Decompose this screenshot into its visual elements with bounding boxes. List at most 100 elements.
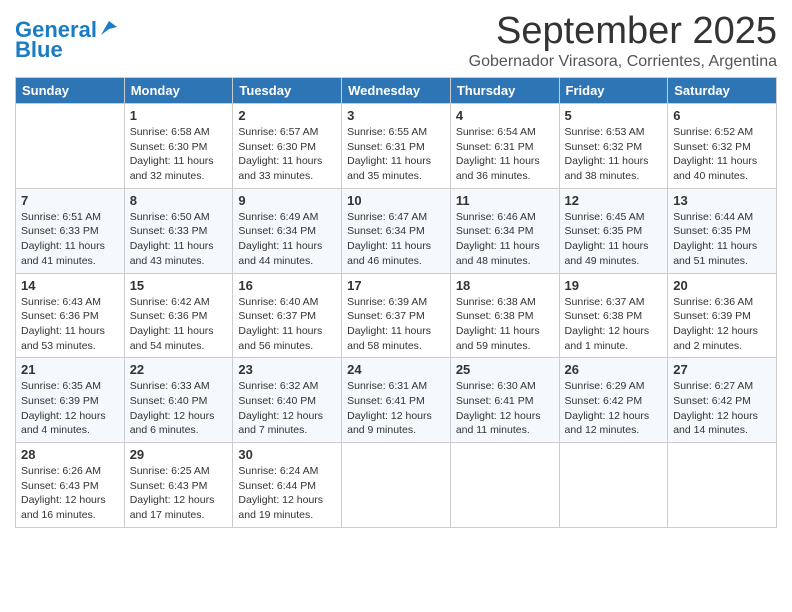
day-number: 9	[238, 193, 336, 208]
calendar-cell: 5 Sunrise: 6:53 AMSunset: 6:32 PMDaylight…	[559, 104, 668, 189]
day-info: Sunrise: 6:26 AMSunset: 6:43 PMDaylight:…	[21, 464, 119, 523]
day-number: 16	[238, 278, 336, 293]
day-info: Sunrise: 6:38 AMSunset: 6:38 PMDaylight:…	[456, 295, 554, 354]
day-info: Sunrise: 6:44 AMSunset: 6:35 PMDaylight:…	[673, 210, 771, 269]
calendar-cell: 9 Sunrise: 6:49 AMSunset: 6:34 PMDaylight…	[233, 188, 342, 273]
day-number: 14	[21, 278, 119, 293]
day-number: 22	[130, 362, 228, 377]
calendar-cell: 26Sunrise: 6:29 AMSunset: 6:42 PMDayligh…	[559, 358, 668, 443]
day-info: Sunrise: 6:30 AMSunset: 6:41 PMDaylight:…	[456, 379, 554, 438]
day-number: 7	[21, 193, 119, 208]
day-info: Sunrise: 6:43 AMSunset: 6:36 PMDaylight:…	[21, 295, 119, 354]
day-number: 24	[347, 362, 445, 377]
day-number: 11	[456, 193, 554, 208]
calendar-cell: 2 Sunrise: 6:57 AMSunset: 6:30 PMDaylight…	[233, 104, 342, 189]
day-info: Sunrise: 6:40 AMSunset: 6:37 PMDaylight:…	[238, 295, 336, 354]
calendar-cell: 19 Sunrise: 6:37 AMSunset: 6:38 PMDayligh…	[559, 273, 668, 358]
calendar-cell: 28 Sunrise: 6:26 AMSunset: 6:43 PMDayligh…	[16, 443, 125, 528]
calendar-cell: 8Sunrise: 6:50 AMSunset: 6:33 PMDaylight…	[124, 188, 233, 273]
day-number: 5	[565, 108, 663, 123]
location-subtitle: Gobernador Virasora, Corrientes, Argenti…	[469, 53, 777, 71]
day-number: 23	[238, 362, 336, 377]
day-number: 17	[347, 278, 445, 293]
calendar-week-row: 7 Sunrise: 6:51 AMSunset: 6:33 PMDaylight…	[16, 188, 777, 273]
day-info: Sunrise: 6:33 AMSunset: 6:40 PMDaylight:…	[130, 379, 228, 438]
day-number: 28	[21, 447, 119, 462]
calendar-cell: 14 Sunrise: 6:43 AMSunset: 6:36 PMDayligh…	[16, 273, 125, 358]
day-info: Sunrise: 6:37 AMSunset: 6:38 PMDaylight:…	[565, 295, 663, 354]
day-number: 18	[456, 278, 554, 293]
calendar-cell: 12 Sunrise: 6:45 AMSunset: 6:35 PMDayligh…	[559, 188, 668, 273]
day-info: Sunrise: 6:32 AMSunset: 6:40 PMDaylight:…	[238, 379, 336, 438]
day-number: 19	[565, 278, 663, 293]
calendar-cell: 15 Sunrise: 6:42 AMSunset: 6:36 PMDayligh…	[124, 273, 233, 358]
day-info: Sunrise: 6:49 AMSunset: 6:34 PMDaylight:…	[238, 210, 336, 269]
day-info: Sunrise: 6:51 AMSunset: 6:33 PMDaylight:…	[21, 210, 119, 269]
calendar-cell	[342, 443, 451, 528]
day-info: Sunrise: 6:47 AMSunset: 6:34 PMDaylight:…	[347, 210, 445, 269]
weekday-header-saturday: Saturday	[668, 78, 777, 104]
day-info: Sunrise: 6:25 AMSunset: 6:43 PMDaylight:…	[130, 464, 228, 523]
day-info: Sunrise: 6:53 AMSunset: 6:32 PMDaylight:…	[565, 125, 663, 184]
day-info: Sunrise: 6:55 AMSunset: 6:31 PMDaylight:…	[347, 125, 445, 184]
calendar-cell: 30Sunrise: 6:24 AMSunset: 6:44 PMDayligh…	[233, 443, 342, 528]
calendar-week-row: 21 Sunrise: 6:35 AMSunset: 6:39 PMDayligh…	[16, 358, 777, 443]
calendar-cell: 16 Sunrise: 6:40 AMSunset: 6:37 PMDayligh…	[233, 273, 342, 358]
weekday-header-sunday: Sunday	[16, 78, 125, 104]
day-info: Sunrise: 6:36 AMSunset: 6:39 PMDaylight:…	[673, 295, 771, 354]
calendar-cell: 17 Sunrise: 6:39 AMSunset: 6:37 PMDayligh…	[342, 273, 451, 358]
month-title: September 2025	[469, 10, 777, 53]
weekday-header-wednesday: Wednesday	[342, 78, 451, 104]
day-info: Sunrise: 6:50 AMSunset: 6:33 PMDaylight:…	[130, 210, 228, 269]
weekday-header-monday: Monday	[124, 78, 233, 104]
calendar-cell: 23 Sunrise: 6:32 AMSunset: 6:40 PMDayligh…	[233, 358, 342, 443]
day-number: 13	[673, 193, 771, 208]
calendar-cell: 24 Sunrise: 6:31 AMSunset: 6:41 PMDayligh…	[342, 358, 451, 443]
calendar-header-row: SundayMondayTuesdayWednesdayThursdayFrid…	[16, 78, 777, 104]
day-number: 15	[130, 278, 228, 293]
day-number: 3	[347, 108, 445, 123]
calendar-cell	[559, 443, 668, 528]
calendar-cell	[16, 104, 125, 189]
calendar-cell: 10Sunrise: 6:47 AMSunset: 6:34 PMDayligh…	[342, 188, 451, 273]
calendar-cell: 21 Sunrise: 6:35 AMSunset: 6:39 PMDayligh…	[16, 358, 125, 443]
calendar-cell: 29Sunrise: 6:25 AMSunset: 6:43 PMDayligh…	[124, 443, 233, 528]
calendar-cell: 25Sunrise: 6:30 AMSunset: 6:41 PMDayligh…	[450, 358, 559, 443]
day-info: Sunrise: 6:57 AMSunset: 6:30 PMDaylight:…	[238, 125, 336, 184]
calendar-table: SundayMondayTuesdayWednesdayThursdayFrid…	[15, 77, 777, 528]
calendar-cell: 11 Sunrise: 6:46 AMSunset: 6:34 PMDayligh…	[450, 188, 559, 273]
day-info: Sunrise: 6:27 AMSunset: 6:42 PMDaylight:…	[673, 379, 771, 438]
day-number: 12	[565, 193, 663, 208]
calendar-cell: 7 Sunrise: 6:51 AMSunset: 6:33 PMDaylight…	[16, 188, 125, 273]
calendar-cell: 13 Sunrise: 6:44 AMSunset: 6:35 PMDayligh…	[668, 188, 777, 273]
calendar-cell: 20Sunrise: 6:36 AMSunset: 6:39 PMDayligh…	[668, 273, 777, 358]
calendar-cell	[668, 443, 777, 528]
calendar-week-row: 1 Sunrise: 6:58 AMSunset: 6:30 PMDaylight…	[16, 104, 777, 189]
day-number: 6	[673, 108, 771, 123]
day-info: Sunrise: 6:58 AMSunset: 6:30 PMDaylight:…	[130, 125, 228, 184]
day-info: Sunrise: 6:42 AMSunset: 6:36 PMDaylight:…	[130, 295, 228, 354]
calendar-cell	[450, 443, 559, 528]
title-block: September 2025 Gobernador Virasora, Corr…	[469, 10, 777, 71]
logo: General Blue	[15, 18, 117, 62]
day-number: 2	[238, 108, 336, 123]
weekday-header-tuesday: Tuesday	[233, 78, 342, 104]
day-info: Sunrise: 6:39 AMSunset: 6:37 PMDaylight:…	[347, 295, 445, 354]
day-info: Sunrise: 6:31 AMSunset: 6:41 PMDaylight:…	[347, 379, 445, 438]
day-info: Sunrise: 6:35 AMSunset: 6:39 PMDaylight:…	[21, 379, 119, 438]
day-number: 1	[130, 108, 228, 123]
calendar-cell: 1 Sunrise: 6:58 AMSunset: 6:30 PMDaylight…	[124, 104, 233, 189]
calendar-cell: 22 Sunrise: 6:33 AMSunset: 6:40 PMDayligh…	[124, 358, 233, 443]
calendar-cell: 4Sunrise: 6:54 AMSunset: 6:31 PMDaylight…	[450, 104, 559, 189]
calendar-cell: 6Sunrise: 6:52 AMSunset: 6:32 PMDaylight…	[668, 104, 777, 189]
logo-bird-icon	[99, 19, 117, 37]
day-number: 4	[456, 108, 554, 123]
calendar-cell: 3 Sunrise: 6:55 AMSunset: 6:31 PMDaylight…	[342, 104, 451, 189]
calendar-week-row: 28 Sunrise: 6:26 AMSunset: 6:43 PMDayligh…	[16, 443, 777, 528]
calendar-cell: 27Sunrise: 6:27 AMSunset: 6:42 PMDayligh…	[668, 358, 777, 443]
day-number: 21	[21, 362, 119, 377]
weekday-header-thursday: Thursday	[450, 78, 559, 104]
day-info: Sunrise: 6:45 AMSunset: 6:35 PMDaylight:…	[565, 210, 663, 269]
day-info: Sunrise: 6:29 AMSunset: 6:42 PMDaylight:…	[565, 379, 663, 438]
day-info: Sunrise: 6:46 AMSunset: 6:34 PMDaylight:…	[456, 210, 554, 269]
